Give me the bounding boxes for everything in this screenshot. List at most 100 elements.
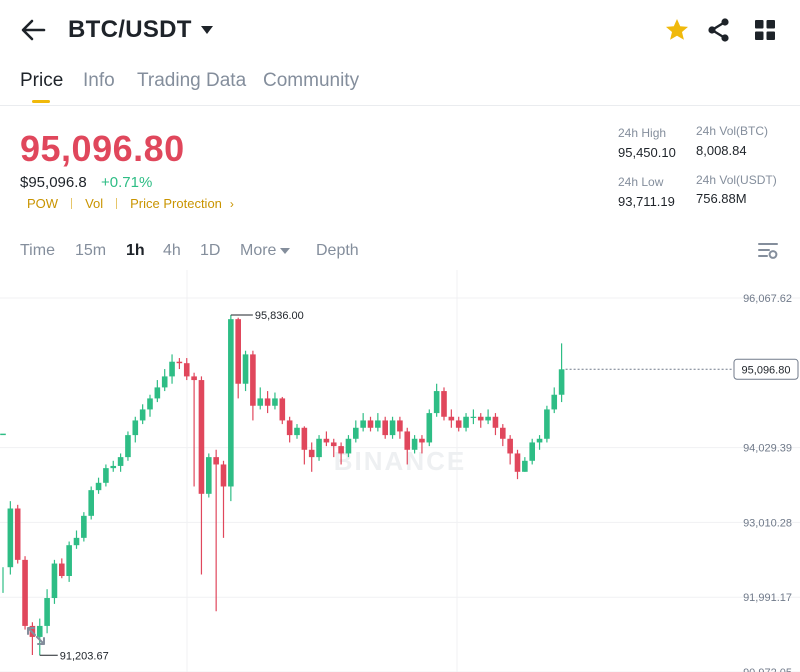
candle-body [73, 537, 80, 546]
candle-body [492, 416, 499, 428]
candle-body [529, 442, 535, 461]
min-price-label: 91,203.67 [60, 650, 109, 662]
candle-body [176, 361, 183, 364]
candle-body [286, 420, 293, 436]
y-tick-label: 96,067.62 [743, 293, 792, 305]
candle-body [338, 446, 344, 454]
candle-body [59, 563, 65, 577]
share-icon[interactable] [706, 17, 732, 43]
tab-community[interactable]: Community [263, 70, 359, 92]
interval-time[interactable]: Time [20, 242, 55, 260]
interval-4h[interactable]: 4h [163, 242, 181, 260]
candle-body [544, 409, 550, 439]
candle-body [264, 398, 271, 406]
candle-body [279, 398, 286, 421]
candle-body [441, 391, 447, 417]
candle-body [308, 449, 315, 458]
tag-divider [116, 198, 118, 209]
y-tick-label: 93,010.28 [743, 517, 792, 529]
interval-more[interactable]: More [240, 242, 291, 260]
max-price-label: 95,836.00 [255, 310, 304, 322]
stat-vol-btc-value: 8,008.84 [696, 143, 747, 158]
candle-body [44, 598, 50, 626]
candle-body [404, 431, 411, 450]
candle-body [154, 387, 161, 399]
candle-body [419, 438, 425, 443]
tab-price[interactable]: Price [20, 70, 63, 92]
candle-body [522, 460, 528, 472]
y-tick-label: 94,029.39 [743, 443, 792, 455]
interval-1d[interactable]: 1D [200, 242, 220, 260]
candle-body [514, 453, 521, 472]
candle-body [206, 457, 212, 494]
stat-high-value: 95,450.10 [618, 145, 676, 160]
candle-body [345, 438, 352, 454]
chart-settings-icon[interactable] [758, 242, 778, 260]
pair-title: BTC/USDT [68, 16, 192, 43]
watermark-text: BINANCE [334, 446, 466, 476]
caret-down-icon [280, 247, 291, 254]
candle-body [250, 354, 256, 406]
candle-body [551, 394, 558, 410]
candlestick-chart[interactable]: BINANCE 96,067.62 94,029.39 93,010.28 91,99… [0, 270, 800, 672]
candle-body [360, 420, 366, 428]
y-tick-label: 91,991.17 [743, 592, 792, 604]
candle-body [242, 354, 249, 384]
candle-body [147, 398, 153, 410]
candle-body [110, 465, 117, 469]
star-icon[interactable] [664, 17, 690, 43]
candle-body [198, 380, 205, 494]
tag-price-protection[interactable]: Price Protection [130, 196, 222, 211]
candle-body [294, 427, 300, 436]
candle-body [353, 427, 359, 439]
candle-body [536, 438, 543, 443]
tag-pow[interactable]: POW [27, 196, 58, 211]
candle-body [463, 416, 469, 428]
candle-body [169, 361, 175, 377]
candle-body [117, 457, 124, 466]
candle-body [88, 490, 94, 516]
tag-vol[interactable]: Vol [85, 196, 103, 211]
candle-body [183, 363, 190, 377]
main-tabs: Price Info Trading Data Community [0, 62, 800, 106]
candle-body [426, 413, 433, 443]
candle-body [316, 438, 322, 458]
grid-icon[interactable] [754, 19, 776, 41]
candle-body [228, 319, 234, 487]
candle-body [411, 438, 418, 450]
candle-body [448, 416, 455, 421]
candle-body [485, 416, 491, 421]
interval-1h[interactable]: 1h [126, 242, 145, 260]
stat-vol-usdt-label: 24h Vol(USDT) [696, 173, 777, 187]
candle-body [375, 420, 381, 428]
candle-body [397, 420, 403, 432]
chart-labels: 96,067.62 94,029.39 93,010.28 91,991.17 90,9… [39, 293, 799, 672]
candle-body [558, 369, 565, 395]
candle-body [139, 409, 146, 421]
candle-body [433, 391, 440, 414]
back-arrow-icon[interactable] [20, 18, 46, 42]
candle-body [36, 625, 43, 637]
stat-high-label: 24h High [618, 126, 667, 140]
candle-body [220, 464, 227, 487]
candle-body [103, 468, 109, 483]
candle-body [507, 438, 513, 454]
tab-trading-data[interactable]: Trading Data [137, 70, 246, 92]
top-bar: BTC/USDT [0, 0, 800, 60]
tab-info[interactable]: Info [83, 70, 115, 92]
interval-more-label: More [240, 242, 277, 259]
candle-body [272, 398, 278, 406]
candle-body [213, 457, 219, 465]
pair-selector[interactable]: BTC/USDT [68, 16, 214, 44]
interval-depth[interactable]: Depth [316, 242, 359, 260]
interval-15m[interactable]: 15m [75, 242, 106, 260]
candle-body [95, 482, 102, 491]
candle-body [382, 420, 388, 436]
tag-divider [71, 198, 73, 209]
stat-low-label: 24h Low [618, 175, 664, 189]
tag-row: POW Vol Price Protection › [27, 196, 234, 211]
candle-body [125, 435, 131, 458]
candle-series [0, 315, 565, 656]
usd-price: $95,096.8 [20, 174, 87, 191]
interval-selector: Time 15m 1h 4h 1D More Depth [0, 234, 800, 268]
